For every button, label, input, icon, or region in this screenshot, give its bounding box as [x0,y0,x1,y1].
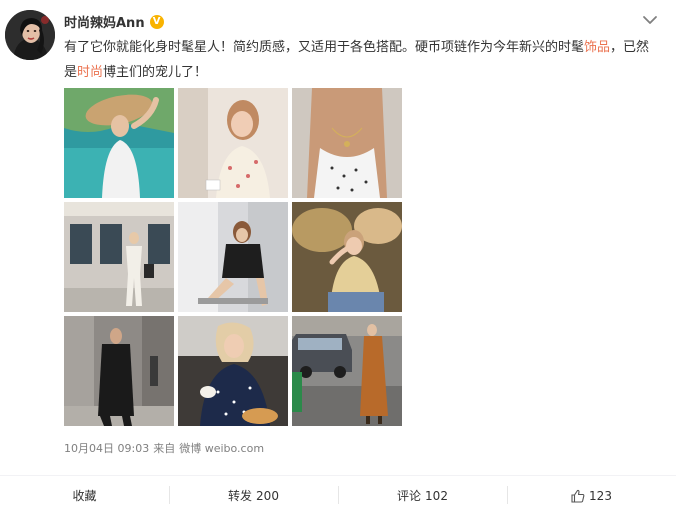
username-row: 时尚辣妈Ann V [64,12,164,31]
post-text-part: 有了它你就能化身时髦星人！简约质感，又适用于各色搭配。硬币项链作为今年新兴的时髦 [64,40,585,55]
post-text-part: 博主们的宠儿了！ [103,65,208,80]
from-label: 来自 [153,442,176,455]
photo-thumbnail[interactable] [178,316,288,426]
post-date[interactable]: 10月04日 09:03 [64,440,149,456]
avatar[interactable] [5,10,55,60]
comment-label: 评论 [397,489,422,503]
verified-icon: V [149,14,164,29]
photo-grid [64,88,402,426]
photo-thumbnail[interactable] [178,202,288,312]
source-link[interactable]: 微博 weibo.com [179,440,264,456]
thumbs-up-icon [571,489,585,503]
photo-thumbnail[interactable] [292,316,402,426]
chevron-down-icon[interactable] [642,12,658,26]
favorite-label: 收藏 [72,489,97,503]
repost-button[interactable]: 转发 200 [169,476,338,515]
post-text: 有了它你就能化身时髦星人！简约质感，又适用于各色搭配。硬币项链作为今年新兴的时髦… [64,35,652,85]
photo-thumbnail[interactable] [292,88,402,198]
highlight-keyword-link[interactable]: 时尚 [77,65,103,80]
comment-count: 102 [425,488,448,503]
photo-thumbnail[interactable] [292,202,402,312]
action-bar: 收藏 转发 200 评论 102 123 [0,475,676,515]
highlight-keyword-link[interactable]: 饰品 [584,40,610,55]
post-meta: 10月04日 09:03 来自 微博 weibo.com [64,440,264,456]
like-count: 123 [589,488,612,503]
comment-button[interactable]: 评论 102 [338,476,507,515]
like-button[interactable]: 123 [507,476,676,515]
weibo-post-card: 时尚辣妈Ann V 有了它你就能化身时髦星人！简约质感，又适用于各色搭配。硬币项… [0,0,676,515]
photo-thumbnail[interactable] [64,88,174,198]
favorite-button[interactable]: 收藏 [0,476,169,515]
repost-label: 转发 [228,489,253,503]
photo-thumbnail[interactable] [64,202,174,312]
username[interactable]: 时尚辣妈Ann [64,12,145,31]
repost-count: 200 [256,488,279,503]
photo-thumbnail[interactable] [64,316,174,426]
photo-thumbnail[interactable] [178,88,288,198]
